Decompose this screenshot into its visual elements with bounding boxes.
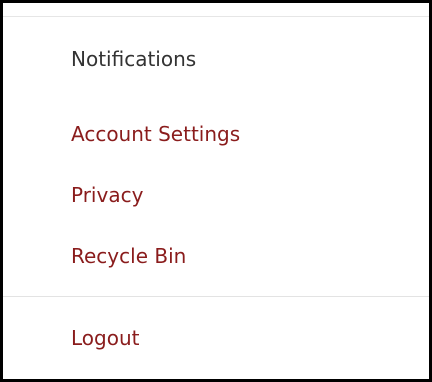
account-dropdown-menu: Notifications Account Settings Privacy R… bbox=[0, 0, 432, 382]
menu-heading-notifications: Notifications bbox=[71, 47, 197, 71]
menu-divider bbox=[3, 296, 429, 297]
menu-item-privacy[interactable]: Privacy bbox=[71, 181, 143, 209]
top-divider bbox=[3, 16, 429, 17]
menu-item-account-settings[interactable]: Account Settings bbox=[71, 120, 240, 148]
menu-item-recycle-bin[interactable]: Recycle Bin bbox=[71, 242, 186, 270]
logout-link[interactable]: Logout bbox=[71, 324, 139, 352]
